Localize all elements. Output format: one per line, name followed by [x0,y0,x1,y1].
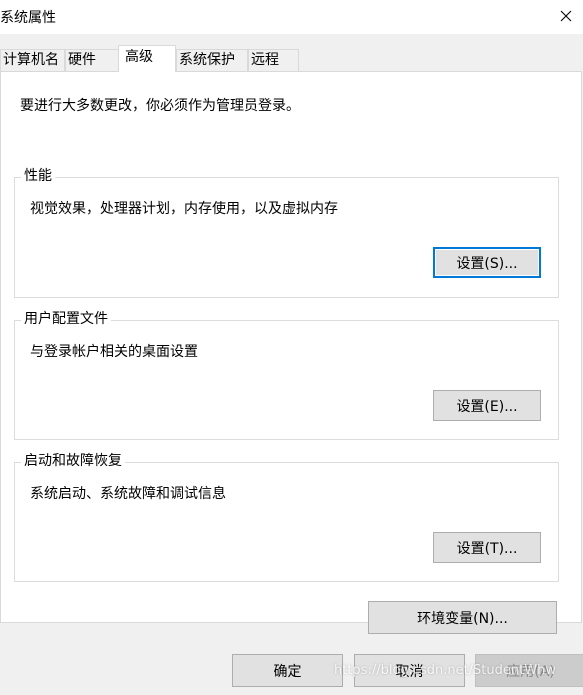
user-profiles-description: 与登录帐户相关的桌面设置 [30,344,198,360]
close-button[interactable] [549,0,583,32]
close-icon [560,10,572,22]
tab-remote[interactable]: 远程 [248,49,299,71]
window-title: 系统属性 [0,10,56,26]
advanced-tab-panel: 要进行大多数更改，你必须作为管理员登录。 性能 视觉效果，处理器计划，内存使用，… [0,71,582,634]
performance-group: 性能 视觉效果，处理器计划，内存使用，以及虚拟内存 设置(S)... [14,167,559,298]
tab-system-protection[interactable]: 系统保护 [176,49,248,71]
user-profiles-group: 用户配置文件 与登录帐户相关的桌面设置 设置(E)... [14,310,559,440]
startup-recovery-group: 启动和故障恢复 系统启动、系统故障和调试信息 设置(T)... [14,452,559,582]
performance-group-title: 性能 [21,167,55,185]
tab-hardware[interactable]: 硬件 [65,49,120,71]
startup-recovery-settings-button[interactable]: 设置(T)... [433,532,541,563]
admin-notice: 要进行大多数更改，你必须作为管理员登录。 [20,98,300,114]
performance-settings-button[interactable]: 设置(S)... [433,247,541,278]
startup-recovery-group-title: 启动和故障恢复 [21,452,125,470]
title-bar: 系统属性 [0,0,583,34]
ok-button[interactable]: 确定 [232,654,343,687]
tab-computer-name[interactable]: 计算机名 [0,49,65,71]
user-profiles-settings-button[interactable]: 设置(E)... [433,390,541,421]
user-profiles-group-title: 用户配置文件 [21,310,111,328]
watermark-text: https://blog.csdn.net/StudentWhw [334,663,556,678]
startup-recovery-description: 系统启动、系统故障和调试信息 [30,486,226,502]
tab-advanced[interactable]: 高级 [118,45,176,72]
performance-description: 视觉效果，处理器计划，内存使用，以及虚拟内存 [30,201,338,217]
environment-variables-button[interactable]: 环境变量(N)... [368,601,557,634]
dialog-client-area: 计算机名 硬件 高级 系统保护 远程 要进行大多数更改，你必须作为管理员登录。 … [0,34,583,641]
